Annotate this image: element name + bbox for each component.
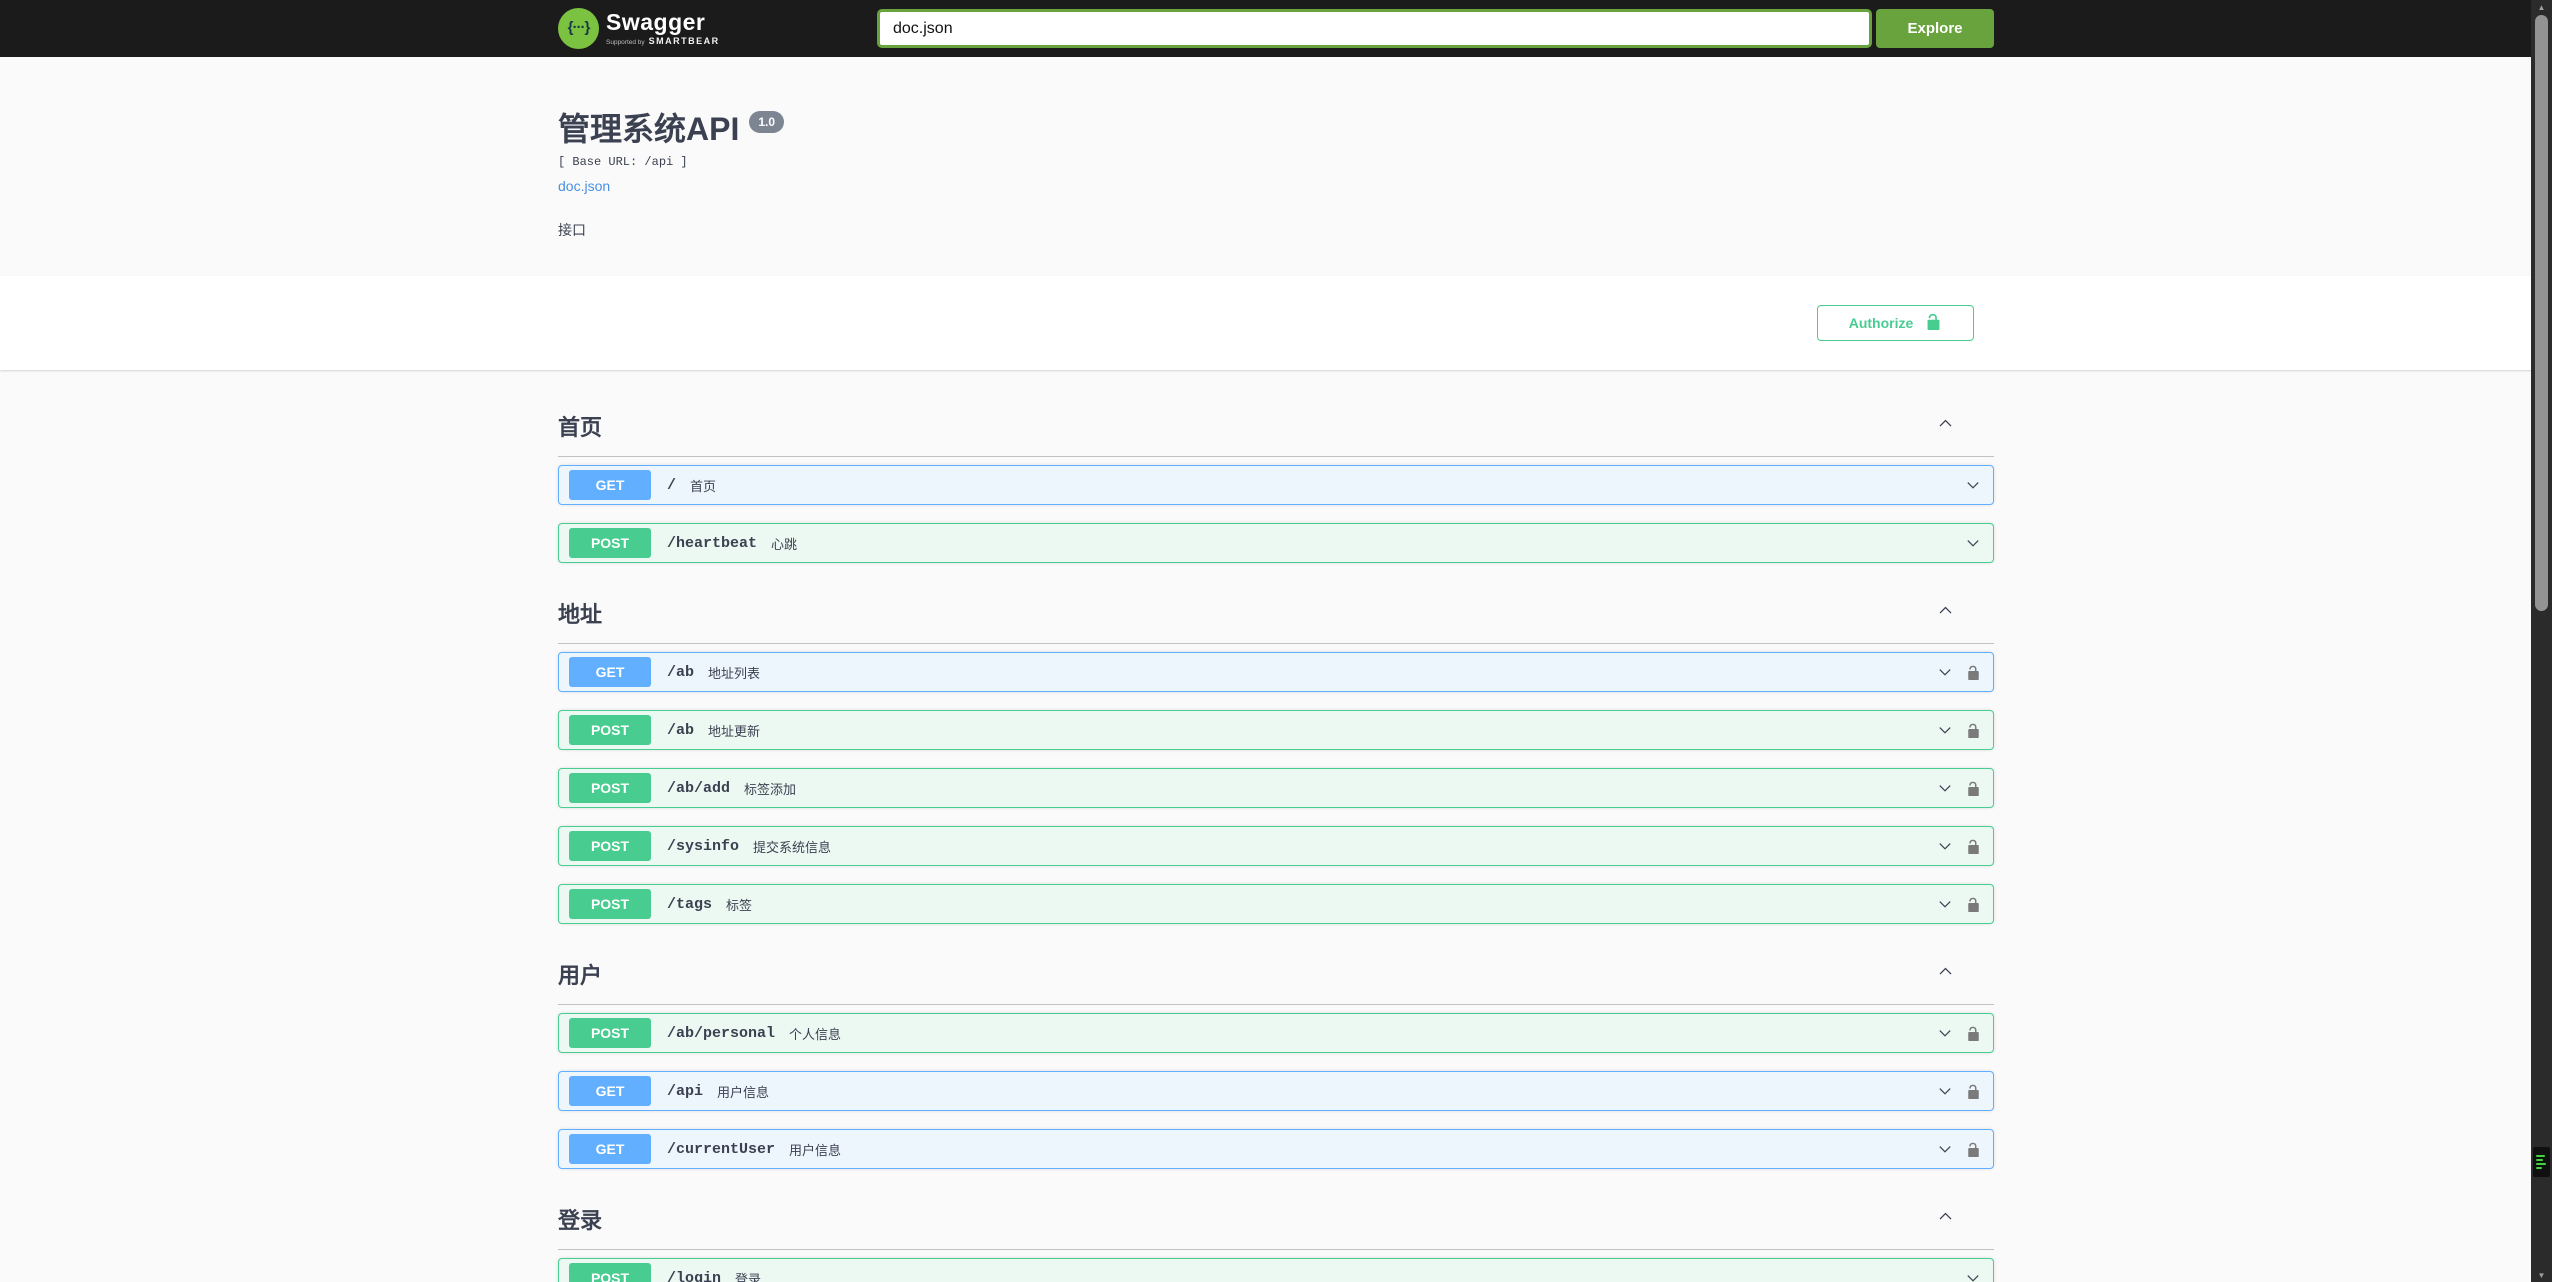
chevron-up-icon[interactable] (1937, 602, 1954, 624)
unlocked-padlock-icon (1925, 312, 1942, 334)
brand-sub-prefix: Supported by (606, 38, 645, 46)
operation-row[interactable]: GET /currentUser 用户信息 (558, 1129, 1994, 1169)
unlocked-padlock-icon[interactable] (1966, 664, 1981, 681)
operation-path: /sysinfo (667, 837, 740, 855)
unlocked-padlock-icon[interactable] (1966, 1141, 1981, 1158)
operation-summary: 地址列表 (708, 665, 761, 681)
method-badge: GET (569, 657, 651, 687)
chevron-down-icon[interactable] (1937, 722, 1953, 738)
swagger-logo-icon: {···} (558, 8, 599, 49)
unlocked-padlock-icon[interactable] (1966, 838, 1981, 855)
operation-path: /api (667, 1082, 704, 1100)
operation-row[interactable]: GET /ab 地址列表 (558, 652, 1994, 692)
operation-summary: 用户信息 (717, 1084, 770, 1100)
vertical-scrollbar[interactable]: ▲ ▼ (2531, 0, 2552, 1282)
operation-path: / (667, 476, 677, 494)
chevron-down-icon[interactable] (1937, 1141, 1953, 1157)
operation-path: /heartbeat (667, 534, 758, 552)
operation-row[interactable]: POST /heartbeat 心跳 (558, 523, 1994, 563)
operation-path: /login (667, 1269, 722, 1282)
operation-row[interactable]: POST /sysinfo 提交系统信息 (558, 826, 1994, 866)
method-badge: POST (569, 1018, 651, 1048)
operation-path: /currentUser (667, 1140, 776, 1158)
chevron-down-icon[interactable] (1965, 535, 1981, 551)
operation-row[interactable]: POST /tags 标签 (558, 884, 1994, 924)
unlocked-padlock-icon[interactable] (1966, 1083, 1981, 1100)
chevron-down-icon[interactable] (1937, 1025, 1953, 1041)
operation-path: /ab (667, 663, 695, 681)
section-title: 用户 (558, 963, 603, 988)
operation-path: /tags (667, 895, 713, 913)
operation-summary: 标签 (726, 897, 753, 913)
operation-row[interactable]: GET /api 用户信息 (558, 1071, 1994, 1111)
operation-path: /ab/personal (667, 1024, 776, 1042)
chevron-down-icon[interactable] (1937, 838, 1953, 854)
method-badge: GET (569, 1076, 651, 1106)
operation-row[interactable]: GET / 首页 (558, 465, 1994, 505)
spec-doc-link[interactable]: doc.json (558, 178, 610, 194)
operation-path: /ab/add (667, 779, 731, 797)
section-title: 登录 (558, 1208, 603, 1233)
brand-sub-name: SMARTBEAR (648, 35, 720, 46)
method-badge: GET (569, 1134, 651, 1164)
authorize-label: Authorize (1848, 315, 1914, 331)
operation-path: /ab (667, 721, 695, 739)
chevron-down-icon[interactable] (1937, 664, 1953, 680)
section-title: 地址 (558, 602, 603, 627)
unlocked-padlock-icon[interactable] (1966, 722, 1981, 739)
operation-summary: 用户信息 (789, 1142, 842, 1158)
method-badge: GET (569, 470, 651, 500)
brand-name: Swagger (606, 8, 706, 35)
chevron-down-icon[interactable] (1937, 896, 1953, 912)
topbar: {···} Swagger Supported by SMARTBEAR Exp… (0, 0, 2552, 57)
authorize-button[interactable]: Authorize (1817, 305, 1974, 341)
operation-row[interactable]: POST /ab 地址更新 (558, 710, 1994, 750)
version-badge: 1.0 (749, 111, 785, 133)
api-description: 接口 (558, 222, 586, 238)
method-badge: POST (569, 1263, 651, 1282)
section-header-user[interactable]: 用户 (558, 942, 1994, 1005)
section-header-home[interactable]: 首页 (558, 394, 1994, 457)
section-header-login[interactable]: 登录 (558, 1187, 1994, 1250)
chevron-down-icon[interactable] (1937, 1083, 1953, 1099)
operation-summary: 提交系统信息 (753, 839, 832, 855)
chevron-down-icon[interactable] (1965, 477, 1981, 493)
explore-button[interactable]: Explore (1876, 9, 1994, 48)
base-url: [ Base URL: /api ] (558, 155, 688, 169)
operation-summary: 地址更新 (708, 723, 761, 739)
operation-summary: 心跳 (771, 536, 798, 552)
spec-url-input[interactable] (877, 9, 1872, 48)
api-info-section: 管理系统API 1.0 [ Base URL: /api ] doc.json … (546, 57, 2006, 276)
method-badge: POST (569, 889, 651, 919)
operation-summary: 首页 (690, 478, 717, 494)
chevron-down-icon[interactable] (1937, 780, 1953, 796)
operation-row[interactable]: POST /ab/personal 个人信息 (558, 1013, 1994, 1053)
page-title: 管理系统API (558, 111, 740, 147)
operation-summary: 登录 (735, 1271, 762, 1282)
swagger-brand-link[interactable]: {···} Swagger Supported by SMARTBEAR (558, 8, 720, 49)
chevron-up-icon[interactable] (1937, 963, 1954, 985)
operation-summary: 标签添加 (744, 781, 797, 797)
unlocked-padlock-icon[interactable] (1966, 1025, 1981, 1042)
scheme-container: Authorize (0, 276, 2552, 370)
operation-row[interactable]: POST /login 登录 (558, 1258, 1994, 1282)
scrollbar-up-arrow[interactable]: ▲ (2531, 0, 2552, 14)
section-title: 首页 (558, 415, 603, 440)
method-badge: POST (569, 773, 651, 803)
chevron-up-icon[interactable] (1937, 1208, 1954, 1230)
method-badge: POST (569, 831, 651, 861)
method-badge: POST (569, 715, 651, 745)
unlocked-padlock-icon[interactable] (1966, 780, 1981, 797)
unlocked-padlock-icon[interactable] (1966, 896, 1981, 913)
chevron-up-icon[interactable] (1937, 415, 1954, 437)
operation-summary: 个人信息 (789, 1026, 842, 1042)
scrollbar-thumb[interactable] (2535, 15, 2548, 611)
operation-row[interactable]: POST /ab/add 标签添加 (558, 768, 1994, 808)
method-badge: POST (569, 528, 651, 558)
operations-area: 首页 GET / 首页 POST /heartbeat 心跳 地址 GET /a… (546, 370, 2006, 1282)
chevron-down-icon[interactable] (1965, 1270, 1981, 1282)
scrollbar-down-arrow[interactable]: ▼ (2531, 1268, 2552, 1282)
scrollbar-marker (2533, 1147, 2550, 1177)
section-header-address[interactable]: 地址 (558, 581, 1994, 644)
